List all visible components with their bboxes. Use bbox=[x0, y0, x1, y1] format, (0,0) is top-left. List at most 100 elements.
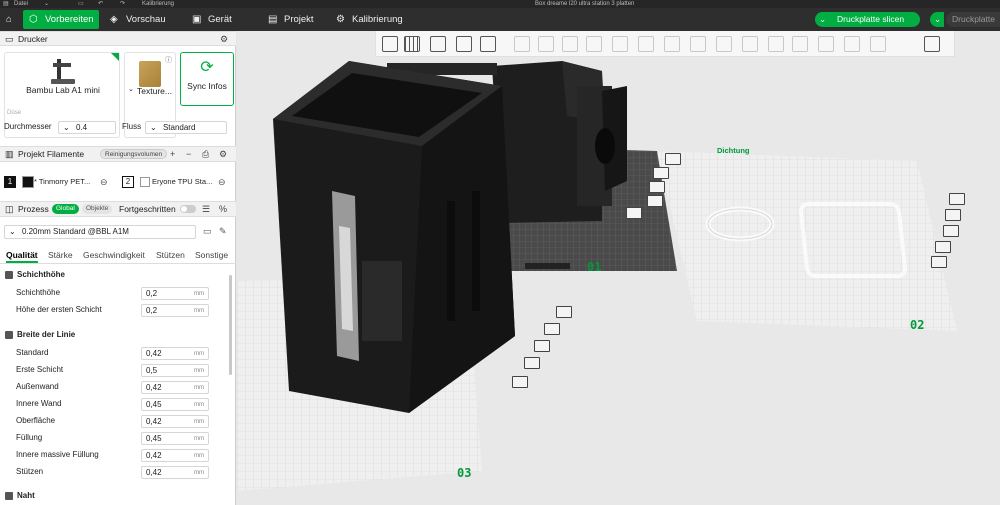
cut-icon[interactable] bbox=[612, 36, 628, 52]
global-toggle[interactable]: Global bbox=[52, 204, 79, 214]
tab-support[interactable]: Stützen bbox=[156, 249, 185, 261]
plate-02-arrange-icon[interactable] bbox=[945, 209, 961, 221]
edit-profile-icon[interactable]: ✎ bbox=[219, 226, 227, 237]
setting-value-input[interactable]: 0,2 mm bbox=[141, 287, 209, 300]
plate-03-settings-icon[interactable] bbox=[534, 340, 550, 352]
scale-icon[interactable] bbox=[562, 36, 578, 52]
remove-filament-icon[interactable]: ⊖ bbox=[218, 176, 226, 188]
plate-02-close-icon[interactable] bbox=[949, 193, 965, 205]
menu-icon[interactable]: ▤ bbox=[3, 0, 9, 8]
sidebar-scrollbar[interactable] bbox=[229, 275, 232, 375]
print-plate-button[interactable]: Druckplatte bbox=[946, 12, 1000, 27]
sync-filament-icon[interactable]: ⎙ bbox=[202, 147, 209, 161]
plate-01-settings-icon[interactable] bbox=[649, 181, 665, 193]
variable-layer-icon[interactable] bbox=[844, 36, 860, 52]
tab-prepare[interactable]: ⬡ Vorbereiten bbox=[23, 10, 99, 29]
setting-value-input[interactable]: 0,42 mm bbox=[141, 449, 209, 462]
plate-03-close-icon[interactable] bbox=[556, 306, 572, 318]
tab-quality[interactable]: Qualität bbox=[6, 249, 38, 263]
gear-icon[interactable]: ⚙ bbox=[219, 147, 227, 161]
filament-index: 1 bbox=[4, 176, 16, 188]
setting-value-input[interactable]: 0,45 mm bbox=[141, 398, 209, 411]
process-profile-select[interactable]: ⌄ 0.20mm Standard @BBL A1M bbox=[4, 225, 196, 239]
slice-plate-button[interactable]: ⌄ Druckplatte slicen bbox=[815, 12, 920, 27]
setting-value-input[interactable]: 0,42 mm bbox=[141, 347, 209, 360]
scene-canvas[interactable]: 01 02 03 Dichtung bbox=[237, 31, 1000, 505]
flow-label: Fluss bbox=[122, 122, 142, 131]
percent-icon[interactable]: % bbox=[219, 202, 227, 216]
remove-icon[interactable]: − bbox=[186, 147, 191, 161]
filament-item[interactable]: 1 * Tinmorry PET... ⊖ bbox=[4, 176, 114, 189]
project-icon: ▤ bbox=[268, 14, 278, 25]
orient-icon[interactable] bbox=[430, 36, 446, 52]
measure-icon[interactable] bbox=[716, 36, 732, 52]
boolean-icon[interactable] bbox=[742, 36, 758, 52]
home-button[interactable]: ⌂ bbox=[0, 10, 20, 29]
print-dropdown-button[interactable]: ⌄ bbox=[930, 12, 944, 27]
file-menu[interactable]: Datei bbox=[14, 0, 28, 8]
setting-value-input[interactable]: 0,5 mm bbox=[141, 364, 209, 377]
setting-value-input[interactable]: 0,42 mm bbox=[141, 466, 209, 479]
flush-volume-button[interactable]: Reinigungsvolumen bbox=[100, 149, 168, 159]
plate-03-lock-icon[interactable] bbox=[524, 357, 540, 369]
tab-others[interactable]: Sonstige bbox=[195, 249, 228, 261]
tab-strength[interactable]: Stärke bbox=[48, 249, 73, 261]
unit-label: mm bbox=[194, 470, 204, 476]
plate-02-lock-icon[interactable] bbox=[935, 241, 951, 253]
plate-02-orient-icon[interactable] bbox=[931, 256, 947, 268]
setting-value-input[interactable]: 0,45 mm bbox=[141, 432, 209, 445]
tab-device[interactable]: ▣ Gerät bbox=[186, 10, 246, 29]
lay-on-face-icon[interactable] bbox=[586, 36, 602, 52]
remove-filament-icon[interactable]: ⊖ bbox=[100, 176, 108, 188]
info-icon[interactable]: ⓘ bbox=[165, 55, 172, 65]
save-profile-icon[interactable]: ▭ bbox=[203, 226, 212, 237]
plate-01-lock-icon[interactable] bbox=[647, 195, 663, 207]
plate-03-orient-icon[interactable] bbox=[512, 376, 528, 388]
plate-02-settings-icon[interactable] bbox=[943, 225, 959, 237]
setting-value-input[interactable]: 0,2 mm bbox=[141, 304, 209, 317]
view-settings-icon[interactable] bbox=[924, 36, 940, 52]
support-paint-icon[interactable] bbox=[638, 36, 654, 52]
plate-03-arrange-icon[interactable] bbox=[544, 323, 560, 335]
tab-speed[interactable]: Geschwindigkeit bbox=[83, 249, 145, 261]
arrange-icon[interactable] bbox=[456, 36, 472, 52]
plate-01-arrange-icon[interactable] bbox=[653, 167, 669, 179]
3d-viewport[interactable]: 01 02 03 Dichtung bbox=[237, 31, 1000, 505]
rotate-icon[interactable] bbox=[538, 36, 554, 52]
sync-info-button[interactable]: ⟳ Sync Infos bbox=[180, 52, 234, 106]
add-icon[interactable]: + bbox=[170, 147, 175, 161]
add-object-icon[interactable] bbox=[382, 36, 398, 52]
filament-color-swatch[interactable] bbox=[22, 176, 34, 188]
plate-01-close-icon[interactable] bbox=[665, 153, 681, 165]
save-icon[interactable]: ▭ bbox=[78, 0, 84, 8]
calibration-menu[interactable]: Kalibrierung bbox=[142, 0, 174, 8]
emboss-icon[interactable] bbox=[768, 36, 784, 52]
move-icon[interactable] bbox=[514, 36, 530, 52]
filament-item[interactable]: 2 Eryone TPU Sta... ⊖ bbox=[122, 176, 234, 189]
setting-value-input[interactable]: 0,42 mm bbox=[141, 415, 209, 428]
model-front-box[interactable] bbox=[273, 61, 515, 413]
filament-color-swatch[interactable] bbox=[140, 177, 150, 187]
list-icon[interactable]: ☰ bbox=[202, 202, 210, 216]
seam-paint-icon[interactable] bbox=[664, 36, 680, 52]
tab-calibration[interactable]: ⚙ Kalibrierung bbox=[330, 10, 420, 29]
redo-icon[interactable]: ↷ bbox=[120, 0, 125, 8]
tab-preview[interactable]: ◈ Vorschau bbox=[104, 10, 184, 29]
assembly-icon[interactable] bbox=[818, 36, 834, 52]
objects-toggle[interactable]: Objekte bbox=[82, 204, 113, 214]
gear-icon[interactable]: ⚙ bbox=[220, 32, 228, 46]
split-icon[interactable] bbox=[480, 36, 496, 52]
texture-plate-icon bbox=[139, 61, 161, 87]
chevron-down-icon[interactable]: ⌄ bbox=[44, 0, 49, 8]
nozzle-diameter-select[interactable]: ⌄ 0.4 bbox=[58, 121, 116, 134]
add-plate-icon[interactable] bbox=[404, 36, 420, 52]
text-icon[interactable] bbox=[690, 36, 706, 52]
simplify-icon[interactable] bbox=[792, 36, 808, 52]
tab-project[interactable]: ▤ Projekt bbox=[262, 10, 328, 29]
undo-icon[interactable]: ↶ bbox=[98, 0, 103, 8]
advanced-switch[interactable] bbox=[180, 205, 196, 213]
setting-value-input[interactable]: 0,42 mm bbox=[141, 381, 209, 394]
brim-ears-icon[interactable] bbox=[870, 36, 886, 52]
plate-01-orient-icon[interactable] bbox=[626, 207, 642, 219]
flow-select[interactable]: ⌄ Standard bbox=[145, 121, 227, 134]
